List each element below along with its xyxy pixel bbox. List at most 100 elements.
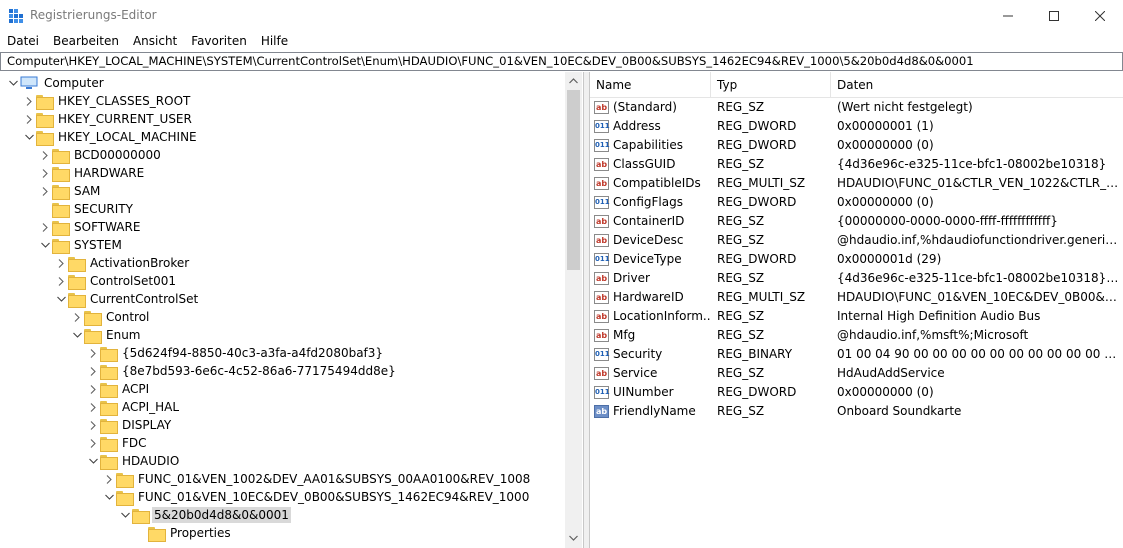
binary-value-icon: 011 [594, 348, 610, 361]
tree-item[interactable]: HARDWARE [38, 164, 146, 182]
expand-toggle[interactable] [38, 218, 52, 236]
tree-item[interactable]: ActivationBroker [54, 254, 191, 272]
value-row[interactable]: ab Mfg REG_SZ @hdaudio.inf,%msft%;Microsoft [590, 326, 1123, 345]
expand-toggle[interactable] [86, 416, 100, 434]
column-header-type[interactable]: Typ [711, 72, 831, 98]
value-row[interactable]: ab ContainerID REG_SZ {00000000-0000-0000-f… [590, 212, 1123, 231]
tree-item[interactable]: ControlSet001 [54, 272, 178, 290]
value-data: HDAUDIO\FUNC_01&CTLR_VEN_1022&CTLR_DEV_.… [837, 176, 1119, 190]
expand-toggle[interactable] [54, 272, 68, 290]
tree-item[interactable]: HKEY_CLASSES_ROOT [22, 92, 192, 110]
value-name: FriendlyName [613, 404, 696, 418]
value-row[interactable]: ab ClassGUID REG_SZ {4d36e96c-e325-11ce-bfc… [590, 155, 1123, 174]
tree-item[interactable]: Properties [134, 524, 233, 542]
tree-item[interactable]: HDAUDIO [86, 452, 181, 470]
tree-item[interactable]: SECURITY [38, 200, 135, 218]
minimize-button[interactable] [985, 0, 1031, 31]
expand-toggle[interactable] [86, 344, 100, 362]
column-header-data[interactable]: Daten [831, 72, 1123, 98]
tree-item-label: Enum [106, 328, 141, 342]
value-row[interactable]: ab HardwareID REG_MULTI_SZ HDAUDIO\FUNC_01&… [590, 288, 1123, 307]
value-row[interactable]: 011 Address REG_DWORD 0x00000001 (1) [590, 117, 1123, 136]
expand-toggle[interactable] [86, 362, 100, 380]
expand-toggle[interactable] [102, 470, 116, 488]
value-name: Address [613, 119, 661, 133]
tree-item[interactable]: Computer [6, 74, 106, 92]
value-row[interactable]: 011 ConfigFlags REG_DWORD 0x00000000 (0) [590, 193, 1123, 212]
tree-item-label: SYSTEM [74, 238, 122, 252]
tree-item[interactable]: ACPI [86, 380, 151, 398]
expand-toggle[interactable] [86, 452, 100, 470]
expand-toggle[interactable] [22, 110, 36, 128]
expand-toggle[interactable] [38, 146, 52, 164]
expand-toggle[interactable] [22, 128, 36, 146]
tree-item[interactable]: FUNC_01&VEN_1002&DEV_AA01&SUBSYS_00AA010… [102, 470, 532, 488]
menu-favoriten[interactable]: Favoriten [184, 31, 254, 51]
expand-toggle[interactable] [22, 92, 36, 110]
value-row[interactable]: 011 UINumber REG_DWORD 0x00000000 (0) [590, 383, 1123, 402]
maximize-button[interactable] [1031, 0, 1077, 31]
tree-item[interactable]: FDC [86, 434, 149, 452]
menu-datei[interactable]: Datei [0, 31, 46, 51]
value-row[interactable]: 011 DeviceType REG_DWORD 0x0000001d (29) [590, 250, 1123, 269]
value-type: REG_SZ [717, 309, 765, 323]
tree-item[interactable]: SAM [38, 182, 102, 200]
expand-toggle[interactable] [86, 434, 100, 452]
tree-item[interactable]: SYSTEM [38, 236, 124, 254]
tree-item[interactable]: SOFTWARE [38, 218, 142, 236]
address-bar[interactable]: Computer\HKEY_LOCAL_MACHINE\SYSTEM\Curre… [0, 52, 1123, 71]
tree-item[interactable]: {5d624f94-8850-40c3-a3fa-a4fd2080baf3} [86, 344, 385, 362]
value-name-cell: ab (Standard) [594, 98, 711, 117]
value-data: HdAudAddService [837, 366, 945, 380]
tree-item[interactable]: ACPI_HAL [86, 398, 181, 416]
expand-toggle[interactable] [70, 308, 84, 326]
scroll-thumb[interactable] [567, 90, 580, 270]
value-row[interactable]: ab FriendlyName REG_SZ Onboard Soundkarte [590, 402, 1123, 421]
expand-toggle[interactable] [38, 164, 52, 182]
tree-item[interactable]: HKEY_CURRENT_USER [22, 110, 194, 128]
expand-toggle[interactable] [86, 398, 100, 416]
value-row[interactable]: ab LocationInform... REG_SZ Internal High D… [590, 307, 1123, 326]
scroll-down-button[interactable] [565, 529, 582, 546]
expand-toggle[interactable] [86, 380, 100, 398]
value-row[interactable]: ab DeviceDesc REG_SZ @hdaudio.inf,%hdaudiof… [590, 231, 1123, 250]
tree-item[interactable]: FUNC_01&VEN_10EC&DEV_0B00&SUBSYS_1462EC9… [102, 488, 531, 506]
expand-toggle[interactable] [70, 326, 84, 344]
tree-item[interactable]: Enum [70, 326, 142, 344]
minimize-icon [1003, 15, 1013, 16]
string-value-icon: ab [594, 234, 609, 247]
value-row[interactable]: 011 Capabilities REG_DWORD 0x00000000 (0) [590, 136, 1123, 155]
value-row[interactable]: ab (Standard) REG_SZ (Wert nicht festgelegt… [590, 98, 1123, 117]
binary-value-icon: 011 [594, 139, 610, 152]
value-row[interactable]: 011 Security REG_BINARY 01 00 04 90 00 00 0… [590, 345, 1123, 364]
tree-item[interactable]: {8e7bd593-6e6c-4c52-86a6-77175494dd8e} [86, 362, 398, 380]
value-row[interactable]: ab Service REG_SZ HdAudAddService [590, 364, 1123, 383]
value-row[interactable]: ab CompatibleIDs REG_MULTI_SZ HDAUDIO\FUNC_… [590, 174, 1123, 193]
menu-hilfe[interactable]: Hilfe [254, 31, 295, 51]
folder-icon [52, 148, 70, 164]
value-row[interactable]: ab Driver REG_SZ {4d36e96c-e325-11ce-bfc1-0… [590, 269, 1123, 288]
close-button[interactable] [1077, 0, 1123, 31]
menu-ansicht[interactable]: Ansicht [126, 31, 184, 51]
tree-scrollbar[interactable] [565, 72, 582, 548]
tree-item[interactable]: BCD00000000 [38, 146, 163, 164]
tree-item-selected[interactable]: 5&20b0d4d8&0&0001 [118, 506, 291, 524]
folder-icon [68, 256, 86, 272]
expand-toggle[interactable] [54, 254, 68, 272]
value-name: Driver [613, 271, 650, 285]
expand-toggle[interactable] [118, 506, 132, 524]
value-data: 0x00000000 (0) [837, 195, 934, 209]
value-type: REG_DWORD [717, 252, 797, 266]
tree-item[interactable]: HKEY_LOCAL_MACHINE [22, 128, 199, 146]
expand-toggle[interactable] [102, 488, 116, 506]
expand-toggle[interactable] [38, 182, 52, 200]
tree-item[interactable]: Control [70, 308, 151, 326]
expand-toggle[interactable] [38, 236, 52, 254]
tree-item[interactable]: CurrentControlSet [54, 290, 200, 308]
tree-item[interactable]: DISPLAY [86, 416, 173, 434]
menu-bearbeiten[interactable]: Bearbeiten [46, 31, 126, 51]
expand-toggle[interactable] [54, 290, 68, 308]
scroll-up-button[interactable] [565, 72, 582, 89]
expand-toggle[interactable] [6, 74, 20, 92]
column-header-name[interactable]: Name [590, 72, 711, 98]
